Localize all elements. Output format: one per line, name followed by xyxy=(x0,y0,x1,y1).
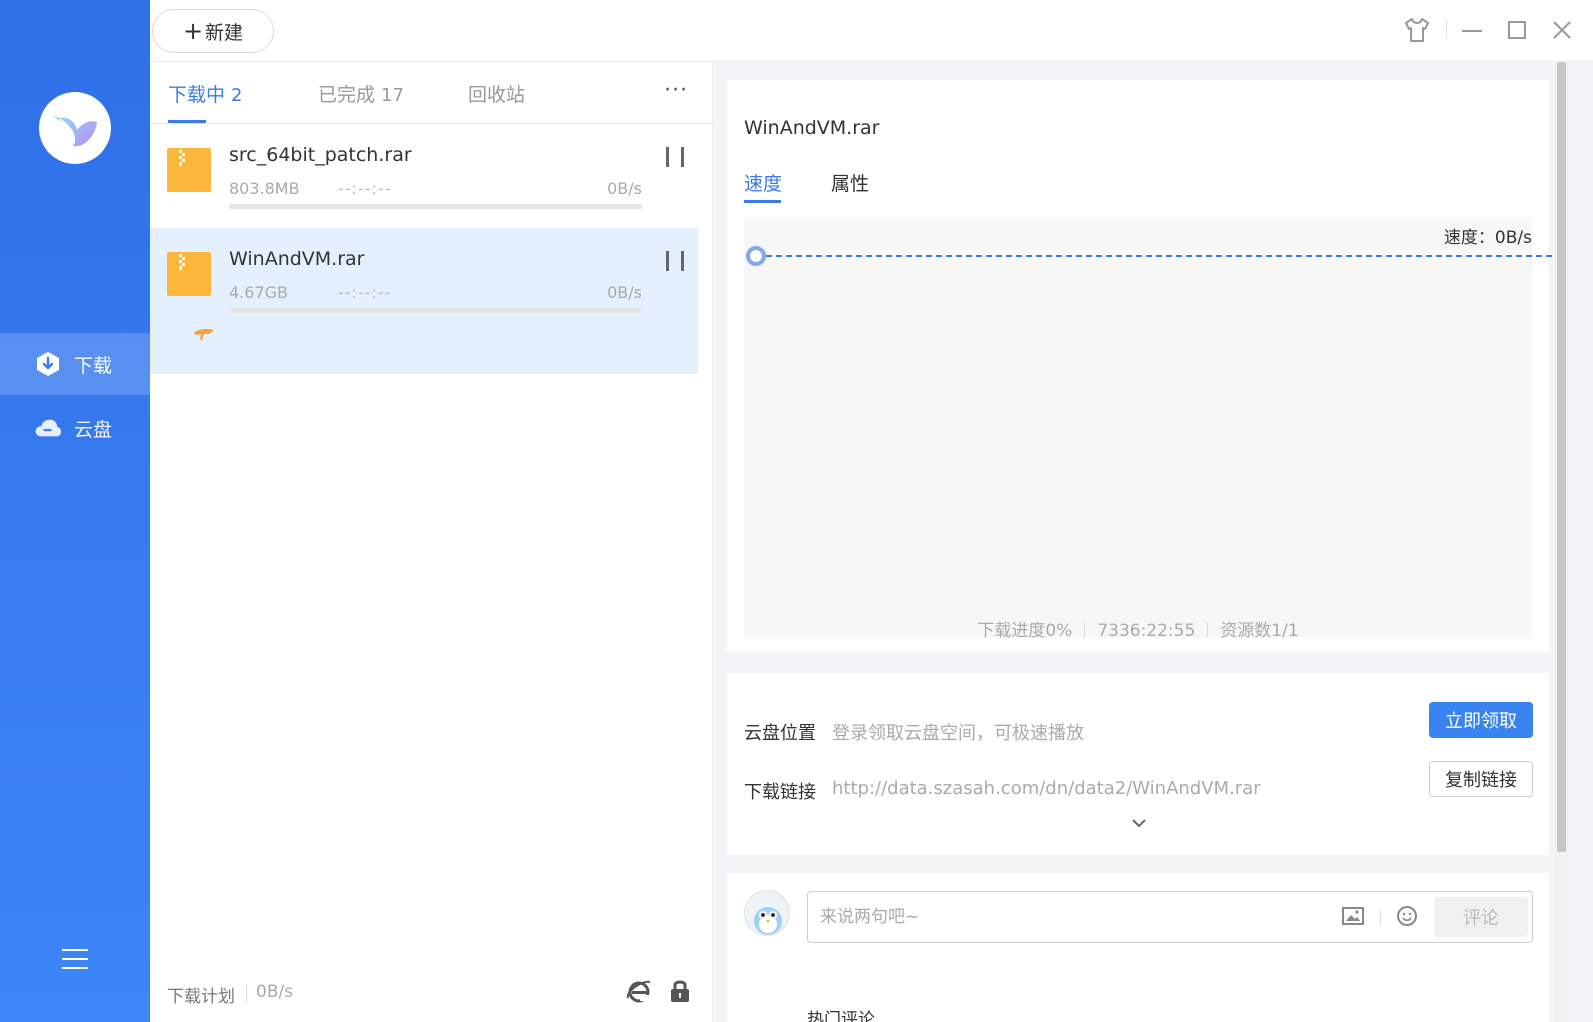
tab-completed[interactable]: 已完成 17 xyxy=(318,80,404,107)
active-tab-indicator xyxy=(168,120,206,123)
maximize-button[interactable] xyxy=(1503,16,1531,44)
task-remaining-time: --:--:-- xyxy=(338,179,392,198)
claim-now-button[interactable]: 立即领取 xyxy=(1429,702,1533,738)
image-icon[interactable] xyxy=(1342,906,1364,926)
pause-button[interactable] xyxy=(666,147,684,169)
emoji-icon[interactable] xyxy=(1396,905,1418,927)
download-task-row[interactable]: WinAndVM.rar 4.67GB --:--:-- 0B/s xyxy=(150,228,698,374)
sidebar-item-label: 云盘 xyxy=(74,418,113,441)
browser-ie-icon[interactable] xyxy=(626,978,652,1004)
tab-count: 2 xyxy=(231,85,243,106)
task-file-name: WinAndVM.rar xyxy=(229,248,365,270)
sidebar: 下载 云盘 xyxy=(0,0,150,1022)
footer-divider xyxy=(246,985,247,1003)
tab-speed[interactable]: 速度 xyxy=(744,169,782,196)
cloud-link-card: 云盘位置 登录领取云盘空间，可极速播放 立即领取 下载链接 http://dat… xyxy=(727,673,1549,855)
download-link-label: 下载链接 xyxy=(744,782,816,803)
skin-shirt-icon[interactable] xyxy=(1403,16,1431,44)
download-task-row[interactable]: src_64bit_patch.rar 803.8MB --:--:-- 0B/… xyxy=(150,124,698,228)
lock-icon[interactable] xyxy=(669,978,691,1004)
plus-icon: + xyxy=(182,17,204,45)
sidebar-item-label: 下载 xyxy=(74,354,113,377)
list-tabs: 下载中 2 已完成 17 回收站 ··· xyxy=(150,62,713,124)
current-speed-readout: 速度：0B/s xyxy=(1443,228,1532,248)
download-link-value[interactable]: http://data.szasah.com/dn/data2/WinAndVM… xyxy=(832,778,1261,799)
window-controls-divider xyxy=(1446,20,1447,38)
detail-scrollbar[interactable] xyxy=(1555,62,1568,1022)
download-shield-icon xyxy=(34,350,62,378)
comment-submit-button[interactable]: 评论 xyxy=(1434,897,1528,937)
task-speed: 0B/s xyxy=(607,283,642,302)
speed-boost-icon[interactable] xyxy=(192,324,216,344)
new-task-button[interactable]: + 新建 xyxy=(152,9,274,53)
comment-box: 评论 xyxy=(807,891,1533,943)
more-options-icon[interactable]: ··· xyxy=(664,78,688,103)
download-plan-button[interactable]: 下载计划 xyxy=(167,982,235,1007)
app-logo xyxy=(39,92,111,164)
tab-label: 下载中 xyxy=(168,84,226,106)
minimize-button[interactable] xyxy=(1458,16,1486,44)
archive-file-icon xyxy=(167,252,211,296)
scrollbar-thumb[interactable] xyxy=(1557,62,1566,852)
pause-button[interactable] xyxy=(666,251,684,273)
download-list-panel: 下载中 2 已完成 17 回收站 ··· src_64bit_patch.rar 8… xyxy=(150,62,713,1022)
task-file-size: 803.8MB xyxy=(229,179,300,198)
comment-tools-divider xyxy=(1380,910,1381,925)
task-detail-panel: WinAndVM.rar 速度 属性 速度：0B/s 下载进度0% 7336:22… xyxy=(713,62,1593,1022)
cloud-location-value: 登录领取云盘空间，可极速播放 xyxy=(832,723,1084,744)
sidebar-item-download[interactable]: 下载 xyxy=(0,333,150,395)
remaining-time-text: 7336:22:55 xyxy=(1097,621,1196,641)
title-bar: + 新建 xyxy=(150,0,1593,62)
tab-label: 回收站 xyxy=(468,84,526,106)
task-remaining-time: --:--:-- xyxy=(338,283,392,302)
task-progress-bar xyxy=(229,308,642,313)
task-file-size: 4.67GB xyxy=(229,283,288,302)
speed-card: WinAndVM.rar 速度 属性 速度：0B/s 下载进度0% 7336:22… xyxy=(727,80,1566,652)
comment-card: 评论 热门评论 xyxy=(727,873,1549,1022)
download-stats: 下载进度0% 7336:22:55 资源数1/1 xyxy=(744,616,1532,641)
new-task-label: 新建 xyxy=(205,21,244,44)
app-window: 下载 云盘 + 新建 下载中 2 已完成 17 回收站 ··· src_64bi… xyxy=(0,0,1593,1022)
download-progress-text: 下载进度0% xyxy=(977,621,1073,641)
tab-recycle-bin[interactable]: 回收站 xyxy=(468,80,525,107)
tab-count: 17 xyxy=(381,85,404,106)
copy-link-button[interactable]: 复制链接 xyxy=(1429,761,1533,797)
task-file-name: src_64bit_patch.rar xyxy=(229,144,412,166)
comment-input[interactable] xyxy=(820,904,1320,930)
chevron-down-icon[interactable] xyxy=(1129,815,1149,829)
hot-comments-heading: 热门评论 xyxy=(807,1010,875,1022)
cloud-location-label: 云盘位置 xyxy=(744,723,816,744)
tab-label: 已完成 xyxy=(318,84,376,106)
active-detail-tab-indicator xyxy=(744,200,781,203)
task-progress-bar xyxy=(229,204,642,209)
cloud-icon xyxy=(34,414,62,442)
menu-icon[interactable] xyxy=(62,948,88,970)
task-speed: 0B/s xyxy=(607,179,642,198)
tab-downloading[interactable]: 下载中 2 xyxy=(168,80,242,107)
tab-properties[interactable]: 属性 xyxy=(831,169,869,196)
archive-file-icon xyxy=(167,148,211,192)
sidebar-item-cloud[interactable]: 云盘 xyxy=(0,397,150,459)
close-button[interactable] xyxy=(1548,16,1576,44)
total-speed: 0B/s xyxy=(256,982,294,1002)
speed-line xyxy=(746,246,1566,266)
speed-graph: 速度：0B/s 下载进度0% 7336:22:55 资源数1/1 xyxy=(744,218,1566,641)
source-count-text: 资源数1/1 xyxy=(1220,621,1299,641)
list-footer: 下载计划 0B/s xyxy=(150,962,713,1022)
detail-file-title: WinAndVM.rar xyxy=(744,117,880,139)
avatar xyxy=(744,890,790,936)
